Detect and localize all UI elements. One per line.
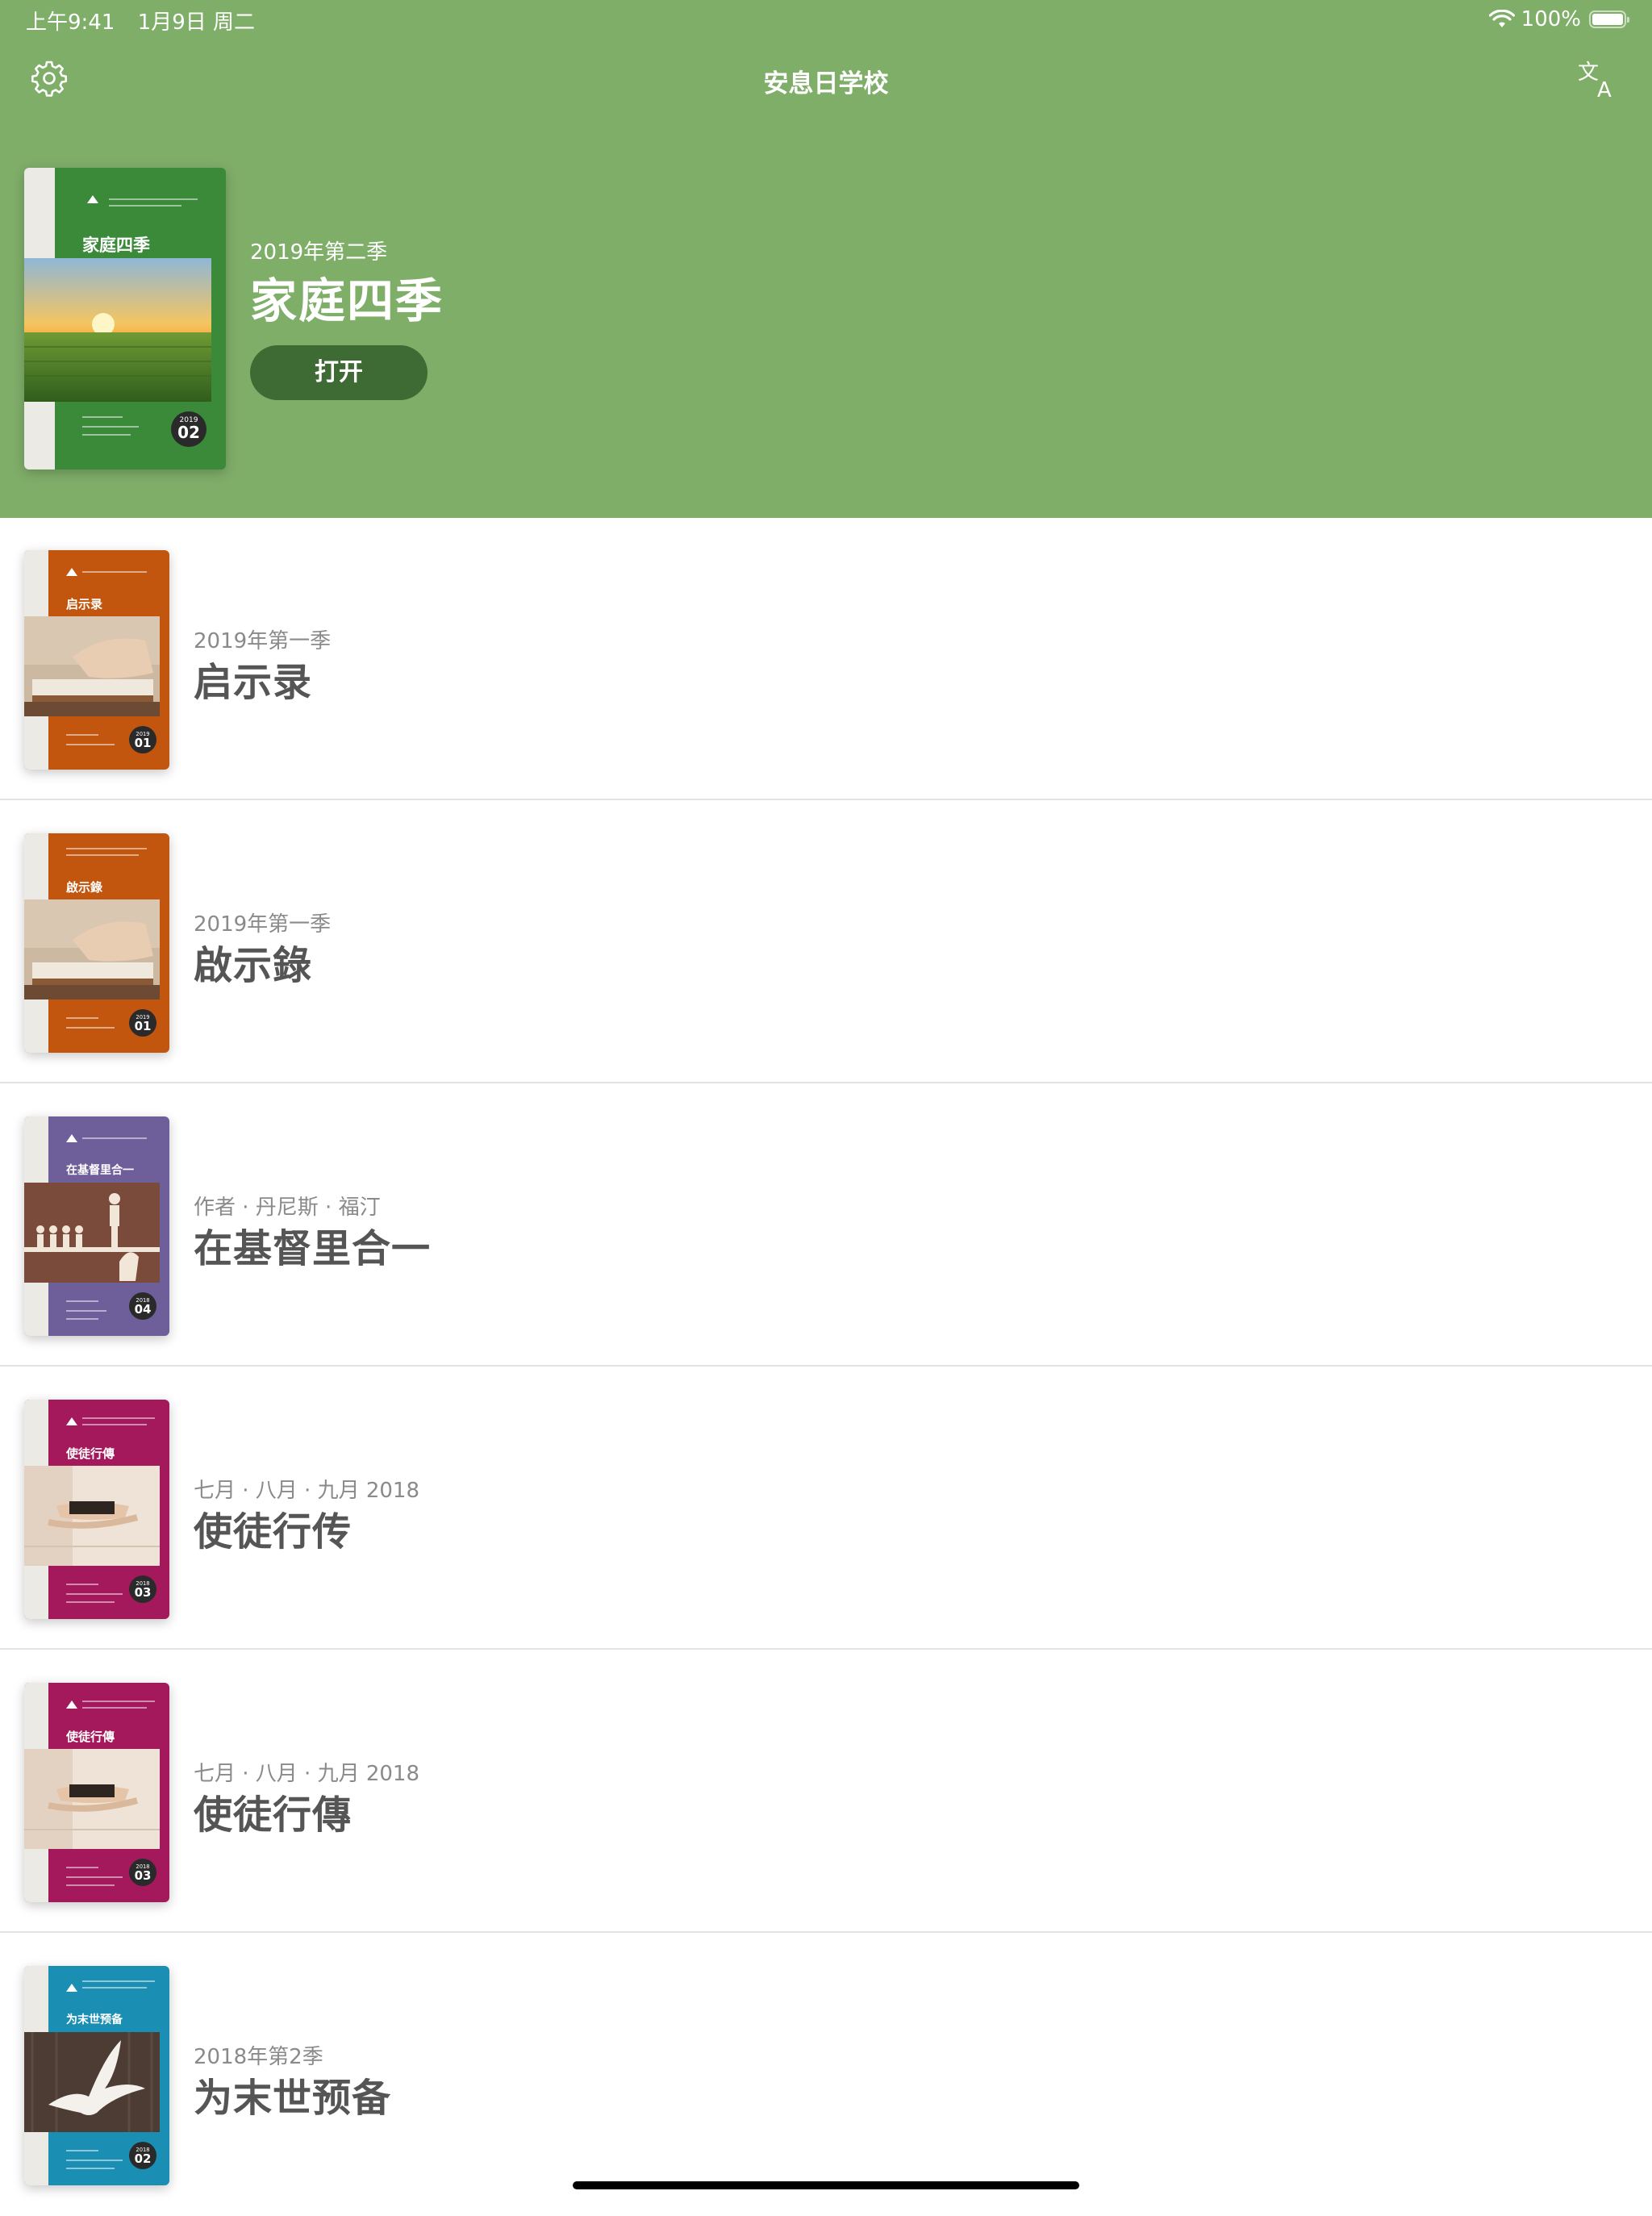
featured-header: 上午9:41 1月9日 周二 100% 安息日学校 文 A 家庭四季 2019 …: [0, 0, 1652, 518]
cover-title: 为末世预备: [66, 2014, 123, 2026]
home-indicator[interactable]: [573, 2181, 1079, 2189]
cover-title: 在基督里合一: [66, 1164, 134, 1177]
cover-image: 启示录 2019 01: [24, 550, 169, 770]
cover-issue-badge: 2019 01: [129, 1009, 156, 1037]
item-title: 为末世预备: [194, 2076, 392, 2121]
row-divider: [0, 1082, 1652, 1083]
item-title: 啟示錄: [194, 943, 313, 988]
cover-title: 启示录: [66, 597, 103, 611]
row-divider: [0, 1365, 1652, 1367]
cover-logo: [87, 195, 98, 203]
svg-text:文: 文: [1578, 61, 1599, 85]
cover-photo-hands-bible: [24, 1749, 160, 1849]
cover-image: 啟示錄 2019 01: [24, 833, 169, 1053]
cover-title: 使徒行傳: [66, 1446, 115, 1461]
status-time: 上午9:41: [26, 10, 115, 35]
list-item[interactable]: 使徒行傳 2018 03 七月 · 八月 · 九月 2018 使徒行傳: [0, 1651, 1652, 1933]
list-item[interactable]: 啟示錄 2019 01 2019年第一季 啟示錄: [0, 801, 1652, 1083]
cover-title: 啟示錄: [66, 880, 103, 895]
list-item[interactable]: 在基督里合一 2018 04 作者 · 丹尼斯 · 福汀 在基督里合一: [0, 1084, 1652, 1367]
cover-photo-bible: [24, 616, 160, 716]
list-item[interactable]: 启示录 2019 01 2019年第一季 启示录: [0, 518, 1652, 800]
cover-image: 在基督里合一 2018 04: [24, 1116, 169, 1336]
item-title: 使徒行傳: [194, 1792, 353, 1838]
cover-image: 使徒行傳 2018 03: [24, 1400, 169, 1619]
cover-issue-badge: 2018 03: [129, 1575, 156, 1603]
status-bar: 上午9:41 1月9日 周二 100%: [0, 0, 1652, 39]
status-date: 1月9日 周二: [137, 10, 256, 35]
cover-issue-badge: 2019 02: [171, 411, 206, 447]
item-title: 在基督里合一: [194, 1226, 432, 1271]
cover-photo-figures: [24, 1183, 160, 1283]
featured-title: 家庭四季: [250, 273, 444, 328]
row-divider: [0, 799, 1652, 800]
row-divider: [0, 1931, 1652, 1933]
cover-issue-badge: 2019 01: [129, 726, 156, 753]
cover-photo-bible: [24, 899, 160, 999]
battery-icon: [1589, 10, 1629, 28]
item-title: 使徒行传: [194, 1509, 353, 1555]
featured-subtitle: 2019年第二季: [250, 240, 388, 265]
battery-percent: 100%: [1521, 7, 1581, 31]
open-button[interactable]: 打开: [250, 345, 428, 400]
list-item[interactable]: 使徒行傳 2018 03 七月 · 八月 · 九月 2018 使徒行传: [0, 1367, 1652, 1650]
page-title: 安息日学校: [763, 69, 889, 98]
item-title: 启示录: [194, 660, 313, 705]
cover-photo-dove: [24, 2032, 160, 2132]
cover-issue-badge: 2018 03: [129, 1859, 156, 1886]
svg-text:A: A: [1597, 78, 1612, 100]
cover-title: 家庭四季: [82, 235, 150, 255]
cover-photo-field-sunset: [24, 258, 211, 402]
row-divider: [0, 1648, 1652, 1650]
cover-issue-badge: 2018 02: [129, 2142, 156, 2169]
translate-icon[interactable]: 文 A: [1576, 60, 1620, 100]
cover-title: 使徒行傳: [66, 1730, 115, 1744]
featured-cover-image[interactable]: 家庭四季 2019 02: [24, 168, 226, 469]
cover-image: 为末世预备 2018 02: [24, 1966, 169, 2185]
wifi-icon: [1488, 10, 1515, 27]
cover-image: 使徒行傳 2018 03: [24, 1683, 169, 1902]
list-item[interactable]: 为末世预备 2018 02 2018年第2季 为末世预备: [0, 1934, 1652, 2216]
cover-photo-hands-bible: [24, 1466, 160, 1566]
cover-issue-badge: 2018 04: [129, 1292, 156, 1320]
